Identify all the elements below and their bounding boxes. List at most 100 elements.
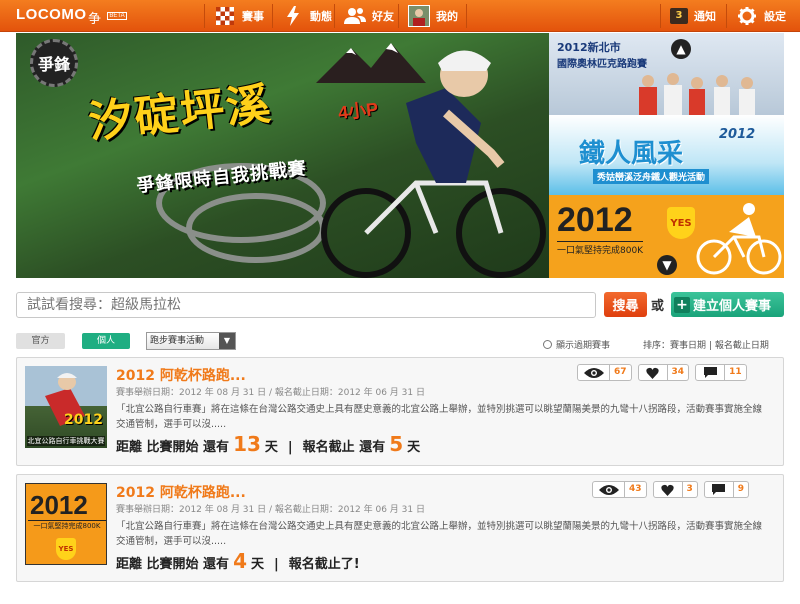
deadline-unit: 天 bbox=[407, 440, 421, 455]
featured-banner[interactable]: 爭鋒 汐碇坪溪 4小P 爭鋒限時自我挑戰賽 2012新北市 國際奧林匹克路跑賽 … bbox=[16, 33, 784, 278]
event-title[interactable]: 2012 阿乾杯路跑... bbox=[116, 365, 246, 385]
event-title[interactable]: 2012 阿乾杯路跑... bbox=[116, 482, 246, 502]
event-card[interactable]: 2012 北宜公路自行車挑戰大賽 2012 阿乾杯路跑... 67 34 11 … bbox=[16, 357, 784, 466]
side-slide-title: 2012 bbox=[557, 201, 633, 239]
chevron-down-icon: ▼ bbox=[219, 333, 235, 349]
event-description: 「北宜公路自行車賽」將在這條在台灣公路交通史上具有歷史意義的北宜公路上舉辦，並特… bbox=[116, 404, 763, 430]
countdown-separator: | bbox=[287, 440, 293, 455]
event-description: 「北宜公路自行車賽」將在這條在台灣公路交通史上具有歷史意義的北宜公路上舉辦，並特… bbox=[116, 521, 763, 547]
comments-count: 11 bbox=[725, 364, 747, 381]
comments-count: 9 bbox=[733, 481, 750, 498]
beta-badge: BETA bbox=[107, 12, 127, 20]
banner-side-slide-2[interactable]: 鐵人風采 2012 秀姑巒溪泛舟鐵人觀光活動 bbox=[549, 115, 784, 195]
top-nav-bar: LOCOMO 争 BETA 賽事 動態 好友 我的 3 通知 設定 bbox=[0, 0, 800, 32]
day-unit: 天 bbox=[250, 557, 264, 572]
event-type-select[interactable]: 跑步賽事活動 ▼ bbox=[146, 332, 236, 350]
yes-badge: YES bbox=[56, 538, 76, 560]
event-thumbnail[interactable]: 2012 一口氣堅持完成800K YES bbox=[25, 483, 107, 565]
event-countdown: 距離 比賽開始 還有 13 天 | 報名截止 還有 5 天 bbox=[116, 432, 420, 456]
settings-button[interactable]: 設定 bbox=[728, 0, 794, 32]
nav-activity-label: 動態 bbox=[310, 10, 332, 23]
cyclist-graphic bbox=[321, 50, 546, 278]
brand-badge: 爭鋒 bbox=[30, 39, 78, 87]
create-personal-event-button[interactable]: + 建立個人賽事 bbox=[671, 292, 784, 317]
sort-by-deadline[interactable]: 報名截止日期 bbox=[715, 341, 769, 351]
comments-stat: 11 bbox=[695, 364, 747, 381]
event-stats: 43 3 9 bbox=[592, 481, 750, 498]
days-to-start: 13 bbox=[233, 432, 261, 456]
side-slide-title: 鐵人風采 bbox=[579, 139, 684, 169]
countdown-separator: | bbox=[274, 557, 279, 572]
yes-badge: YES bbox=[667, 207, 695, 239]
search-button[interactable]: 搜尋 bbox=[604, 292, 647, 317]
thumbnail-caption: 北宜公路自行車挑戰大賽 bbox=[27, 436, 105, 446]
countdown-prefix: 距離 比賽開始 還有 bbox=[116, 440, 230, 455]
runners-graphic bbox=[639, 73, 755, 115]
banner-side-slide-1[interactable]: 2012新北市 國際奧林匹克路跑賽 ▲ bbox=[549, 33, 784, 115]
nav-divider bbox=[272, 4, 273, 28]
event-card[interactable]: 2012 一口氣堅持完成800K YES 2012 阿乾杯路跑... 43 3 … bbox=[16, 474, 784, 582]
heart-icon[interactable] bbox=[637, 364, 668, 381]
likes-count: 3 bbox=[682, 481, 698, 498]
side-slide-title: 2012新北市 bbox=[557, 41, 621, 54]
nav-events[interactable]: 賽事 bbox=[206, 0, 272, 32]
deadline-text: 報名截止 還有 bbox=[302, 440, 386, 455]
nav-divider bbox=[398, 4, 399, 28]
thumbnail-subtitle: 一口氣堅持完成800K bbox=[28, 520, 106, 531]
banner-hours-label: 4小P bbox=[337, 98, 380, 124]
logo-mark: 争 bbox=[88, 12, 102, 27]
radio-button[interactable] bbox=[543, 340, 552, 349]
gear-icon bbox=[736, 6, 758, 26]
tab-personal[interactable]: 個人 bbox=[82, 333, 130, 349]
heart-icon[interactable] bbox=[652, 481, 683, 498]
checkered-flag-icon bbox=[214, 6, 236, 26]
comment-icon[interactable] bbox=[703, 481, 734, 498]
plus-icon: + bbox=[674, 296, 690, 313]
lightning-icon bbox=[282, 6, 304, 26]
notifications-label: 通知 bbox=[694, 10, 716, 23]
tab-official[interactable]: 官方 bbox=[16, 333, 65, 349]
nav-divider bbox=[334, 4, 335, 28]
nav-mine[interactable]: 我的 bbox=[400, 0, 466, 32]
eye-icon[interactable] bbox=[577, 364, 610, 381]
nav-divider bbox=[204, 4, 205, 28]
event-thumbnail[interactable]: 2012 北宜公路自行車挑戰大賽 bbox=[25, 366, 107, 448]
search-input[interactable] bbox=[16, 292, 596, 318]
deadline-text: 報名截止了! bbox=[288, 557, 360, 572]
banner-title: 汐碇坪溪 bbox=[86, 78, 275, 149]
scroll-down-button[interactable]: ▼ bbox=[657, 255, 677, 275]
nav-activity[interactable]: 動態 bbox=[274, 0, 340, 32]
views-count: 43 bbox=[625, 481, 647, 498]
app-logo[interactable]: LOCOMO bbox=[16, 6, 87, 23]
banner-main-slide[interactable]: 爭鋒 汐碇坪溪 4小P 爭鋒限時自我挑戰賽 bbox=[16, 33, 549, 278]
nav-mine-label: 我的 bbox=[436, 10, 458, 23]
sort-options: 排序：賽事日期 | 報名截止日期 bbox=[643, 338, 769, 351]
thumbnail-year: 2012 bbox=[64, 412, 103, 428]
comment-icon[interactable] bbox=[695, 364, 726, 381]
nav-friends[interactable]: 好友 bbox=[336, 0, 402, 32]
sort-separator: | bbox=[708, 341, 712, 351]
sort-label: 排序： bbox=[643, 341, 671, 351]
nav-divider bbox=[726, 4, 727, 28]
sort-by-event-date[interactable]: 賽事日期 bbox=[670, 341, 706, 351]
side-slide-subtitle: 秀姑巒溪泛舟鐵人觀光活動 bbox=[593, 169, 710, 184]
eye-icon[interactable] bbox=[592, 481, 625, 498]
scroll-up-button[interactable]: ▲ bbox=[671, 39, 691, 59]
nav-friends-label: 好友 bbox=[372, 10, 394, 23]
user-avatar-icon bbox=[408, 5, 430, 27]
side-slide-year: 2012 bbox=[719, 127, 756, 142]
day-unit: 天 bbox=[264, 440, 278, 455]
friends-icon bbox=[344, 6, 366, 26]
notifications-button[interactable]: 3 通知 bbox=[662, 0, 724, 32]
views-stat: 67 bbox=[577, 364, 632, 381]
show-expired-toggle[interactable]: 顯示過期賽事 bbox=[543, 338, 610, 351]
nav-events-label: 賽事 bbox=[242, 10, 264, 23]
banner-side-slide-3[interactable]: 2012 一口氣堅持完成800K YES ▼ bbox=[549, 195, 784, 278]
event-dates: 賽事舉辦日期：2012 年 08 月 31 日 / 報名截止日期：2012 年 … bbox=[116, 388, 425, 398]
settings-label: 設定 bbox=[764, 10, 786, 23]
event-dates: 賽事舉辦日期：2012 年 08 月 31 日 / 報名截止日期：2012 年 … bbox=[116, 505, 425, 515]
notification-count-badge: 3 bbox=[670, 8, 688, 24]
views-count: 67 bbox=[610, 364, 632, 381]
nav-divider bbox=[660, 4, 661, 28]
views-stat: 43 bbox=[592, 481, 647, 498]
